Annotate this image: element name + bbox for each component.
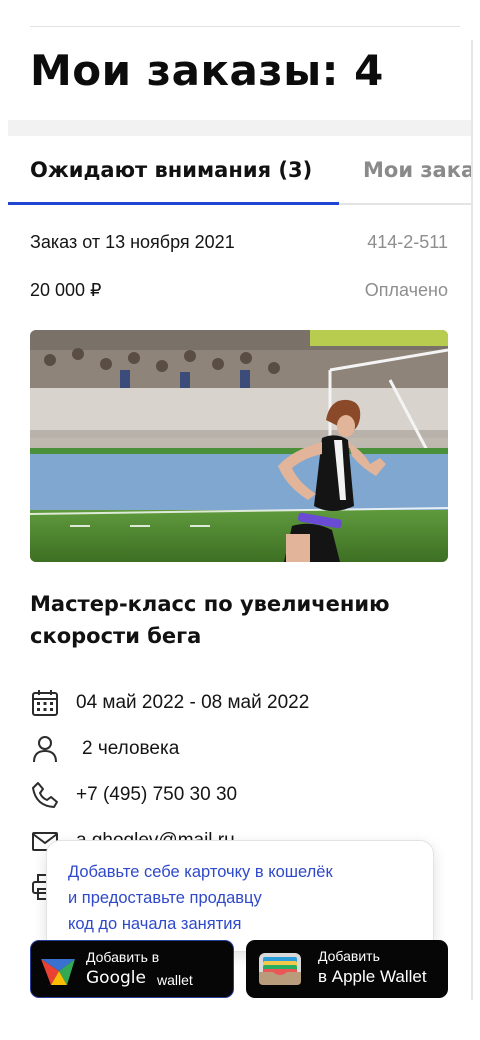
wallet-tooltip-line-1: Добавьте себе карточку в кошелёк [68, 863, 333, 881]
add-to-google-wallet-button[interactable]: Добавить в Google wallet [30, 940, 234, 998]
calendar-icon [30, 688, 60, 718]
screen-edge [471, 40, 473, 1000]
phone-icon [30, 780, 60, 810]
order-price: 20 000 ₽ [30, 280, 102, 300]
tab-awaiting-attention[interactable]: Ожидают внимания (3) [30, 158, 312, 182]
phone-row[interactable]: +7 (495) 750 30 30 [30, 780, 450, 810]
event-dates: 04 май 2022 - 08 май 2022 [76, 692, 310, 713]
page-title: Мои заказы: 4 [30, 46, 384, 95]
top-divider [30, 26, 460, 27]
wallet-tooltip: Добавьте себе карточку в кошелёк и предо… [46, 840, 434, 952]
participants-row: 2 человека [30, 734, 450, 764]
wallet-tooltip-line-3: код до начала занятия [68, 915, 242, 933]
add-to-apple-wallet-button[interactable]: Добавить в Apple Wallet [246, 940, 448, 998]
tab-my-orders[interactable]: Мои заказы [363, 158, 472, 182]
apple-wallet-small-label: Добавить [318, 948, 380, 964]
phone-number[interactable]: +7 (495) 750 30 30 [76, 784, 237, 806]
google-wallet-main-label: Google [86, 968, 146, 988]
participants-count: 2 человека [82, 738, 180, 759]
active-tab-indicator [8, 202, 339, 205]
section-separator [8, 120, 472, 136]
wallet-tooltip-line-2: и предоставьте продавцу [68, 889, 262, 907]
event-title: Мастер-класс по увеличению скорости бега [30, 592, 390, 648]
orders-tabs: Ожидают внимания (3) Мои заказы [8, 140, 472, 206]
event-image[interactable] [30, 330, 448, 562]
order-date: Заказ от 13 ноября 2021 [30, 232, 235, 252]
event-dates-row: 04 май 2022 - 08 май 2022 [30, 688, 450, 718]
app-screen: Мои заказы: 4 Ожидают внимания (3) Мои з… [8, 0, 472, 1040]
google-wallet-icon [39, 953, 77, 987]
google-wallet-suffix-label: wallet [157, 972, 193, 988]
person-icon [30, 734, 60, 764]
order-number: 414-2-511 [367, 232, 448, 252]
apple-wallet-main-label: в Apple Wallet [318, 967, 427, 986]
payment-status: Оплачено [364, 280, 448, 300]
apple-wallet-icon [258, 952, 302, 986]
google-wallet-small-label: Добавить в [86, 949, 160, 965]
